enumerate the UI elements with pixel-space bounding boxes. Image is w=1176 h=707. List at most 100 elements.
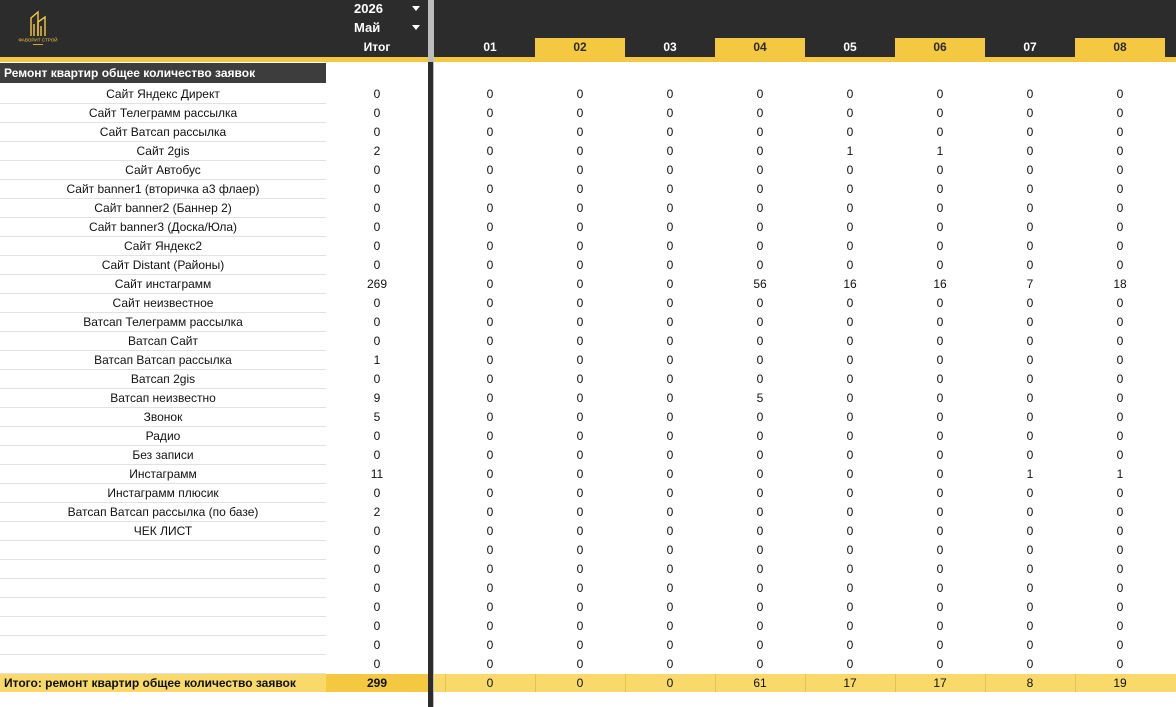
day-cell: 0 xyxy=(846,106,854,120)
row-label: Сайт banner3 (Доска/Юла) xyxy=(0,218,326,237)
day-cell: 0 xyxy=(1026,334,1034,348)
year-dropdown[interactable]: 2026 xyxy=(330,0,426,19)
day-cell: 0 xyxy=(846,258,854,272)
row-total-cell: 0 xyxy=(373,524,381,538)
table-row: Сайт Ватсап рассылка 0 0 0 0 0 0 0 0 0 xyxy=(0,123,1176,142)
row-label xyxy=(0,617,326,636)
day-cell: 0 xyxy=(756,144,764,158)
row-total-cell: 0 xyxy=(373,657,381,671)
day-cell: 0 xyxy=(756,410,764,424)
day-cell: 0 xyxy=(486,657,494,671)
day-cell: 0 xyxy=(666,600,674,614)
day-cell: 0 xyxy=(576,144,584,158)
day-cell: 0 xyxy=(576,296,584,310)
day-cell: 0 xyxy=(936,657,944,671)
day-cell: 0 xyxy=(936,353,944,367)
row-total-cell: 2 xyxy=(373,144,381,158)
day-cell: 0 xyxy=(756,486,764,500)
month-dropdown-value: Май xyxy=(354,20,381,35)
row-label: Ватсап Ватсап рассылка (по базе) xyxy=(0,503,326,522)
day-cell: 0 xyxy=(576,619,584,633)
day-cell: 0 xyxy=(1116,258,1124,272)
day-cell: 0 xyxy=(846,467,854,481)
day-cell: 0 xyxy=(936,87,944,101)
day-cell: 0 xyxy=(1116,657,1124,671)
month-dropdown[interactable]: Май xyxy=(330,19,426,38)
row-label: Ватсап Сайт xyxy=(0,332,326,351)
day-cell: 0 xyxy=(486,163,494,177)
day-cell: 0 xyxy=(1116,87,1124,101)
day-cell: 0 xyxy=(486,429,494,443)
day-cell: 0 xyxy=(1026,543,1034,557)
row-total-cell: 0 xyxy=(373,163,381,177)
day-cell: 0 xyxy=(936,239,944,253)
day-header-07: 07 xyxy=(1023,40,1037,54)
table-row: 0 0 0 0 0 0 0 0 0 xyxy=(0,617,1176,636)
table-row: Сайт Автобус 0 0 0 0 0 0 0 0 0 xyxy=(0,161,1176,180)
row-label: Сайт Яндекс Директ xyxy=(0,85,326,104)
row-label xyxy=(0,636,326,655)
row-label xyxy=(0,598,326,617)
day-cell: 0 xyxy=(936,106,944,120)
day-cell: 0 xyxy=(756,163,764,177)
day-cell: 0 xyxy=(486,334,494,348)
day-cell: 0 xyxy=(1116,239,1124,253)
day-cell: 0 xyxy=(756,619,764,633)
day-cell: 0 xyxy=(576,163,584,177)
day-cell: 0 xyxy=(576,391,584,405)
day-cell: 0 xyxy=(846,543,854,557)
day-cell: 0 xyxy=(756,315,764,329)
day-cell: 1 xyxy=(936,144,944,158)
day-cell: 0 xyxy=(486,220,494,234)
day-cell: 0 xyxy=(486,600,494,614)
row-total-cell: 0 xyxy=(373,125,381,139)
day-cell: 0 xyxy=(936,543,944,557)
day-cell: 0 xyxy=(936,163,944,177)
day-cell: 0 xyxy=(1116,182,1124,196)
table-row: Сайт Яндекс Директ 0 0 0 0 0 0 0 0 0 xyxy=(0,85,1176,104)
day-cell: 0 xyxy=(576,638,584,652)
day-cell: 0 xyxy=(846,391,854,405)
day-cell: 0 xyxy=(936,619,944,633)
day-header-02: 02 xyxy=(535,38,625,57)
day-cell: 0 xyxy=(666,505,674,519)
day-cell: 0 xyxy=(846,581,854,595)
chevron-down-icon[interactable] xyxy=(412,6,420,11)
row-total-cell: 0 xyxy=(373,600,381,614)
day-cell: 0 xyxy=(846,125,854,139)
day-cell: 0 xyxy=(576,220,584,234)
day-header-01: 01 xyxy=(483,40,497,54)
day-header-08: 08 xyxy=(1075,38,1165,57)
day-cell: 0 xyxy=(1026,220,1034,234)
day-cell: 0 xyxy=(936,448,944,462)
day-cell: 0 xyxy=(846,87,854,101)
row-label xyxy=(0,655,326,674)
day-cell: 0 xyxy=(1026,125,1034,139)
day-cell: 0 xyxy=(576,410,584,424)
day-cell: 0 xyxy=(756,562,764,576)
day-cell: 0 xyxy=(486,581,494,595)
table-row: 0 0 0 0 0 0 0 0 0 xyxy=(0,655,1176,674)
row-total-cell: 2 xyxy=(373,505,381,519)
totals-separator xyxy=(805,674,806,692)
day-cell: 0 xyxy=(486,258,494,272)
day-cell: 0 xyxy=(576,543,584,557)
day-cell: 0 xyxy=(1026,315,1034,329)
totals-row: Итого: ремонт квартир общее количество з… xyxy=(0,674,1176,692)
chevron-down-icon[interactable] xyxy=(412,25,420,30)
day-cell: 0 xyxy=(756,106,764,120)
day-cell: 0 xyxy=(1026,353,1034,367)
row-label: Звонок xyxy=(0,408,326,427)
day-cell: 7 xyxy=(1026,277,1034,291)
table-row: Радио 0 0 0 0 0 0 0 0 0 xyxy=(0,427,1176,446)
day-cell: 0 xyxy=(1116,524,1124,538)
day-cell: 0 xyxy=(1026,258,1034,272)
day-cell: 0 xyxy=(486,315,494,329)
row-total-cell: 0 xyxy=(373,429,381,443)
day-cell: 0 xyxy=(666,258,674,272)
day-cell: 0 xyxy=(846,657,854,671)
day-cell: 0 xyxy=(576,87,584,101)
row-total-cell: 0 xyxy=(373,562,381,576)
day-cell: 0 xyxy=(1116,562,1124,576)
header-accent-strip xyxy=(0,57,1176,62)
